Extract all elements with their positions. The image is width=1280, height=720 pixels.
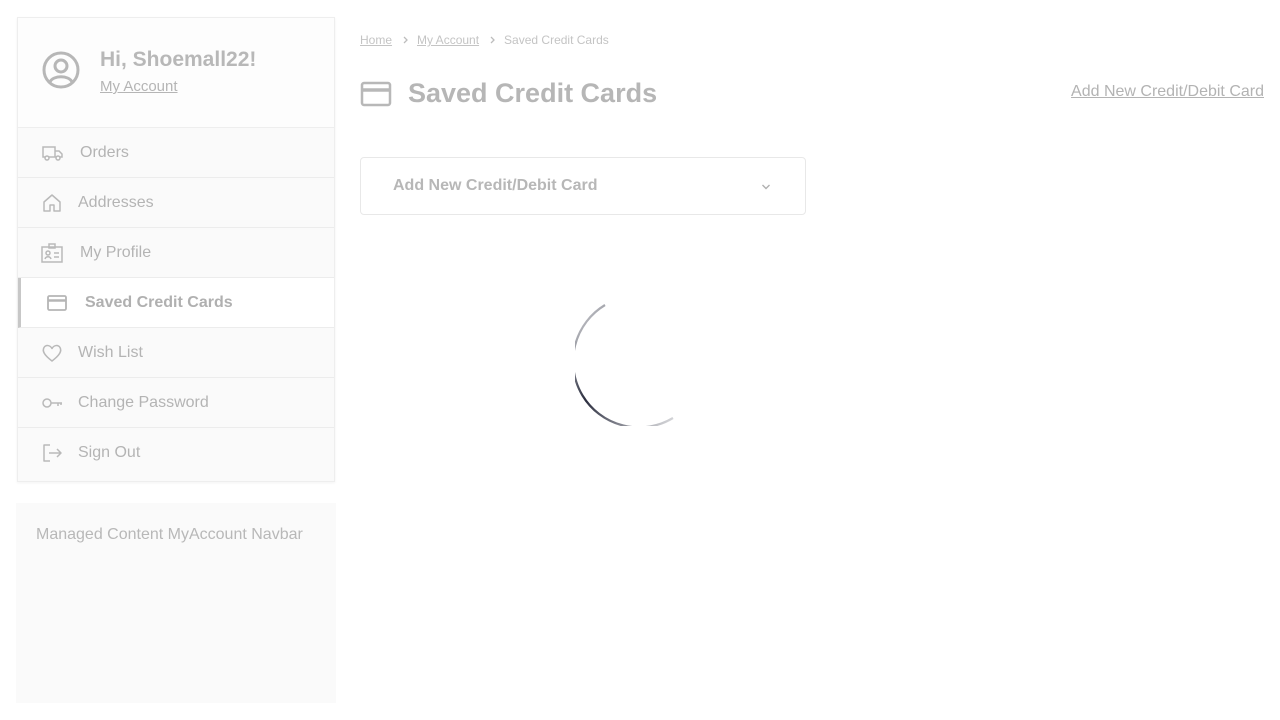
chevron-down-icon	[762, 184, 770, 190]
id-card-icon	[41, 242, 63, 263]
heart-icon	[42, 344, 62, 362]
loading-spinner-icon	[575, 304, 674, 426]
sidebar-item-saved-credit-cards[interactable]: Saved Credit Cards	[18, 278, 334, 328]
sidebar-item-my-profile[interactable]: My Profile	[18, 228, 334, 278]
credit-card-icon	[47, 294, 67, 311]
greeting-panel: Hi, Shoemall22! My Account	[18, 18, 334, 128]
sidebar-item-label: My Profile	[80, 243, 152, 261]
breadcrumb-current: Saved Credit Cards	[504, 33, 609, 47]
truck-icon	[42, 145, 63, 161]
add-card-accordion[interactable]: Add New Credit/Debit Card	[360, 157, 806, 215]
page-title: Saved Credit Cards	[408, 78, 658, 108]
sidebar-item-orders[interactable]: Orders	[18, 128, 334, 178]
accordion-label: Add New Credit/Debit Card	[393, 177, 598, 194]
breadcrumb: Home My Account Saved Credit Cards	[360, 33, 609, 47]
breadcrumb-my-account-link[interactable]: My Account	[417, 33, 479, 47]
managed-content-panel: Managed Content MyAccount Navbar	[16, 503, 336, 703]
my-account-link[interactable]: My Account	[100, 78, 178, 95]
home-icon	[43, 193, 61, 212]
sidebar-item-wish-list[interactable]: Wish List	[18, 328, 334, 378]
sign-out-icon	[43, 444, 62, 462]
sidebar-item-label: Orders	[80, 143, 129, 161]
sidebar-item-label: Wish List	[78, 343, 143, 361]
key-icon	[42, 397, 62, 408]
breadcrumb-home-link[interactable]: Home	[360, 33, 392, 47]
user-avatar-icon	[42, 51, 80, 89]
sidebar-item-change-password[interactable]: Change Password	[18, 378, 334, 428]
sidebar-item-label: Change Password	[78, 393, 209, 411]
chevron-right-icon	[490, 36, 495, 44]
sidebar-item-label: Saved Credit Cards	[85, 293, 233, 311]
add-card-link[interactable]: Add New Credit/Debit Card	[1071, 83, 1264, 101]
greeting-text: Hi, Shoemall22!	[100, 48, 257, 71]
managed-content-text: Managed Content MyAccount Navbar	[36, 526, 303, 543]
chevron-right-icon	[403, 36, 408, 44]
sidebar-item-addresses[interactable]: Addresses	[18, 178, 334, 228]
sidebar-item-label: Addresses	[78, 193, 154, 211]
sidebar-item-label: Sign Out	[78, 444, 141, 461]
account-sidebar: Hi, Shoemall22! My Account Orders Addres…	[17, 17, 335, 482]
page-header: Saved Credit Cards	[360, 78, 657, 109]
credit-card-icon	[360, 81, 392, 106]
sidebar-item-sign-out[interactable]: Sign Out	[18, 428, 334, 478]
